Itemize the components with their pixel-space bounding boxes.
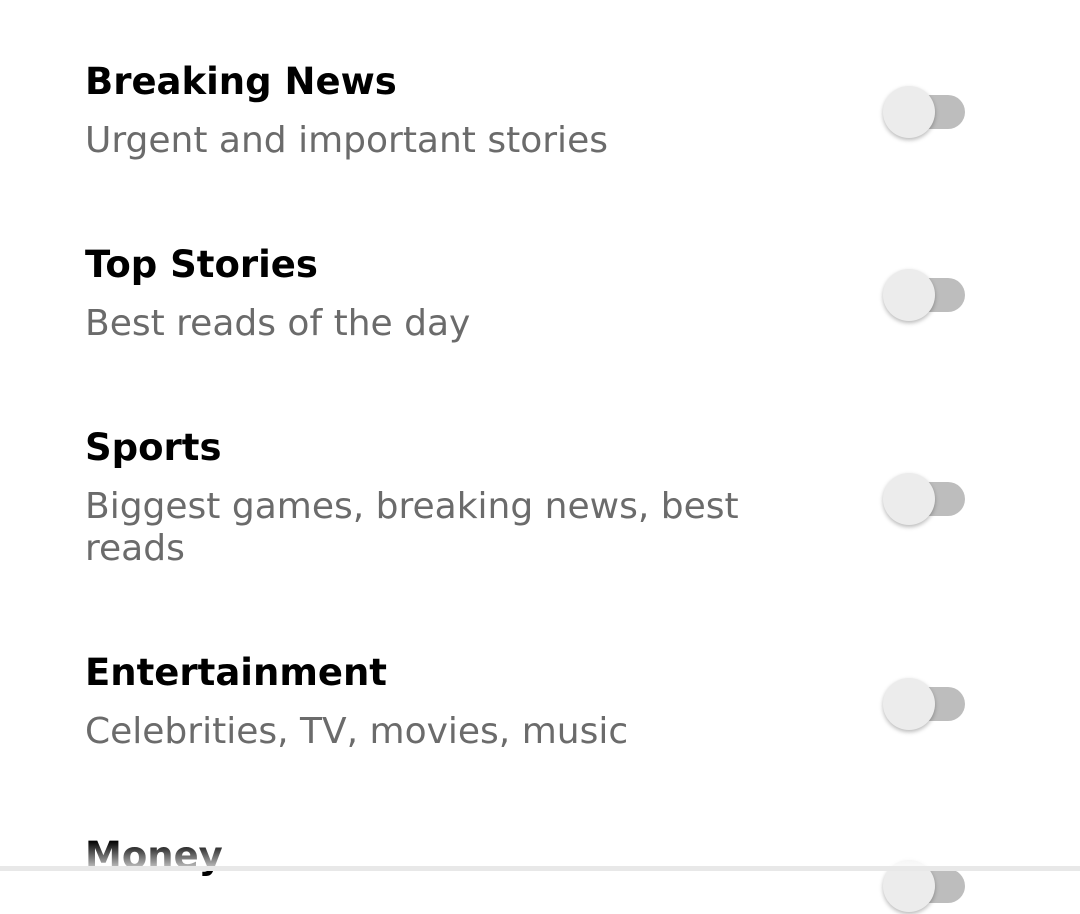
toggle-thumb [883, 473, 935, 525]
setting-text: Entertainment Celebrities, TV, movies, m… [85, 651, 825, 753]
setting-subtitle: Biggest games, breaking news, best reads [85, 486, 739, 569]
toggle-thumb [883, 678, 935, 730]
setting-title: Entertainment [85, 651, 387, 694]
bottom-divider [0, 866, 1080, 871]
setting-title: Money [85, 834, 223, 877]
setting-text: Breaking News Urgent and important stori… [85, 60, 825, 162]
toggle-thumb [883, 86, 935, 138]
setting-subtitle: Best reads of the day [85, 303, 471, 344]
setting-title: Sports [85, 426, 222, 469]
toggle-thumb [883, 269, 935, 321]
setting-text: Top Stories Best reads of the day [85, 243, 825, 345]
top-stories-toggle[interactable] [881, 267, 967, 323]
breaking-news-toggle[interactable] [881, 84, 967, 140]
setting-title: Top Stories [85, 243, 318, 286]
entertainment-toggle[interactable] [881, 676, 967, 732]
setting-subtitle: Celebrities, TV, movies, music [85, 711, 629, 752]
setting-subtitle: Urgent and important stories [85, 120, 608, 161]
setting-text: Sports Biggest games, breaking news, bes… [85, 426, 825, 570]
setting-title: Breaking News [85, 60, 397, 103]
sports-toggle[interactable] [881, 471, 967, 527]
setting-text: Money [85, 834, 825, 878]
